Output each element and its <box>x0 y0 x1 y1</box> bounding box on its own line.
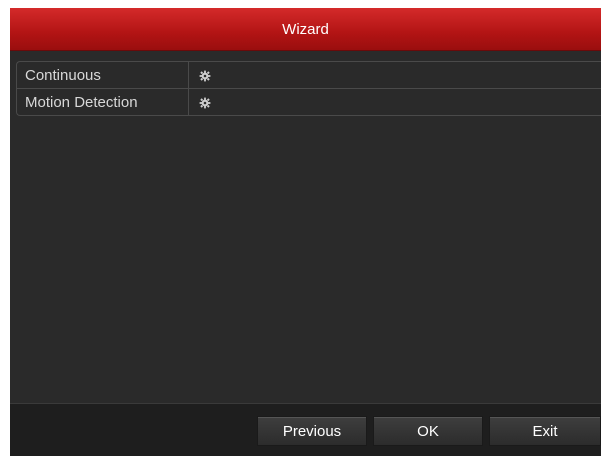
ok-button[interactable]: OK <box>373 416 483 446</box>
footer-bar: Previous OK Exit <box>10 403 601 456</box>
row-value-motion-detection <box>189 89 601 115</box>
previous-button[interactable]: Previous <box>257 416 367 446</box>
window-title: Wizard <box>282 20 329 38</box>
exit-button[interactable]: Exit <box>489 416 601 446</box>
content-area: Continuous Motion Detection <box>10 51 601 404</box>
gear-icon[interactable] <box>199 96 211 109</box>
table-row-continuous: Continuous <box>17 62 601 89</box>
row-label-motion-detection: Motion Detection <box>17 89 189 115</box>
wizard-window: Wizard Continuous Motion Detection Previ… <box>10 8 601 456</box>
title-bar: Wizard <box>10 8 601 51</box>
gear-icon[interactable] <box>199 69 211 82</box>
row-label-continuous: Continuous <box>17 62 189 88</box>
table-row-motion-detection: Motion Detection <box>17 89 601 115</box>
record-type-table: Continuous Motion Detection <box>16 61 601 116</box>
row-value-continuous <box>189 62 601 88</box>
